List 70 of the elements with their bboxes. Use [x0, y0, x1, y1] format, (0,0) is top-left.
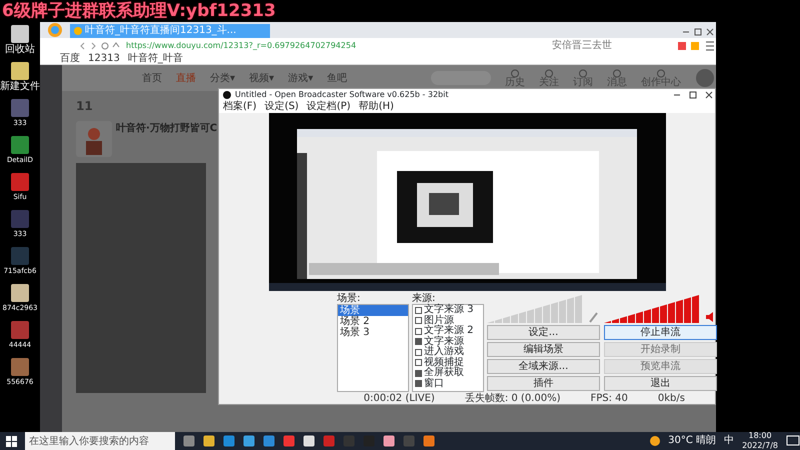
scene-item[interactable]: 场景 2: [338, 316, 408, 327]
checkbox[interactable]: [415, 370, 422, 377]
clock-time[interactable]: 18:00: [748, 431, 772, 441]
desktop-shortcut-icon[interactable]: [9, 283, 31, 303]
source-label: 文字来源: [424, 336, 464, 346]
scenes-label: 场景:: [337, 293, 362, 304]
obs-button[interactable]: 插件: [487, 376, 600, 391]
source-label: 进入游戏: [424, 347, 464, 357]
desktop-shortcut-icon[interactable]: [9, 24, 31, 44]
room-title: 叶音符·万物打野皆可C: [116, 121, 218, 136]
status-text: FPS: 40: [590, 392, 628, 406]
taskbar-app-icon[interactable]: [303, 435, 315, 447]
bookmark-link[interactable]: 叶音符_叶音: [128, 53, 183, 64]
overlay-text: 6级牌子进群联系助理V:ybf12313: [2, 0, 276, 22]
obs-logo-icon: [223, 91, 231, 99]
obs-button[interactable]: 停止串流: [604, 325, 717, 340]
obs-button[interactable]: 编辑场景: [487, 342, 600, 357]
checkbox[interactable]: [415, 306, 422, 314]
sources-label: 来源:: [412, 293, 436, 304]
desktop-icon-label: 回收站: [5, 44, 35, 55]
tab-title: 叶音符_叶音符直播间12313_斗...: [85, 24, 236, 38]
source-label: 文字来源 3: [424, 305, 474, 315]
checkbox[interactable]: [415, 338, 422, 346]
status-text: 0:00:02 (LIVE): [364, 392, 435, 406]
menu-item[interactable]: 设定档(P): [306, 101, 351, 113]
menu-item[interactable]: 帮助(H): [358, 101, 394, 113]
menu-item[interactable]: 档案(F): [223, 101, 257, 113]
scene-item[interactable]: 场景 3: [338, 327, 408, 338]
desktop-icon-label: 新建文件: [0, 81, 40, 92]
site-favicon-icon: [74, 27, 82, 35]
status-text: 0kb/s: [658, 392, 685, 406]
navigation-icon[interactable]: [80, 40, 120, 50]
source-label: 视频捕捉: [424, 358, 464, 368]
taskbar-app-icon[interactable]: [243, 435, 255, 447]
source-label: 文字来源 2: [424, 326, 474, 336]
taskbar-search-field[interactable]: 在这里输入你要搜索的内容: [25, 432, 175, 450]
taskbar-app-icon[interactable]: [423, 435, 435, 447]
stat-value: 11: [76, 98, 93, 115]
window-title: Untitled - Open Broadcaster Software v0.625b - 32bit: [235, 89, 448, 100]
maximize-icon[interactable]: [687, 90, 699, 100]
checkbox[interactable]: [415, 328, 422, 335]
menu-item[interactable]: 设定(S): [264, 101, 299, 113]
bookmark-link[interactable]: 12313: [88, 53, 120, 64]
clock-date[interactable]: 2022/7/8: [742, 441, 778, 450]
scene-item[interactable]: 场景: [338, 305, 408, 316]
checkbox[interactable]: [415, 348, 422, 356]
close-icon[interactable]: [703, 90, 715, 100]
taskbar-app-icon[interactable]: [203, 435, 215, 447]
obs-button[interactable]: 全域来源...: [487, 359, 600, 374]
notification-icon[interactable]: [786, 435, 800, 447]
weather-text[interactable]: 30°C 晴朗: [668, 436, 716, 446]
source-label: 全屏获取: [424, 368, 464, 378]
address-bar[interactable]: https://www.douyu.com/12313?_r=0.6979264702794254: [126, 40, 356, 52]
checkbox[interactable]: [415, 359, 422, 366]
checkbox[interactable]: [415, 317, 422, 324]
status-text: 丢失帧数: 0 (0.00%): [464, 392, 560, 406]
obs-button[interactable]: 退出: [604, 376, 717, 391]
start-icon[interactable]: [6, 436, 17, 446]
source-label: 窗口: [424, 378, 444, 389]
weather-icon[interactable]: [650, 436, 660, 446]
source-label: 图片源: [424, 316, 454, 326]
ime-indicator[interactable]: 中: [724, 436, 734, 446]
taskbar-app-icon[interactable]: [383, 435, 395, 447]
obs-button[interactable]: 设定...: [487, 325, 600, 340]
close-icon[interactable]: [704, 26, 716, 38]
bookmark-link[interactable]: 百度: [60, 53, 80, 64]
desktop-shortcut-icon[interactable]: [9, 61, 31, 81]
checkbox[interactable]: [415, 380, 422, 388]
toolbar-icons-drawing[interactable]: [676, 40, 716, 50]
maximize-icon[interactable]: [692, 26, 704, 38]
